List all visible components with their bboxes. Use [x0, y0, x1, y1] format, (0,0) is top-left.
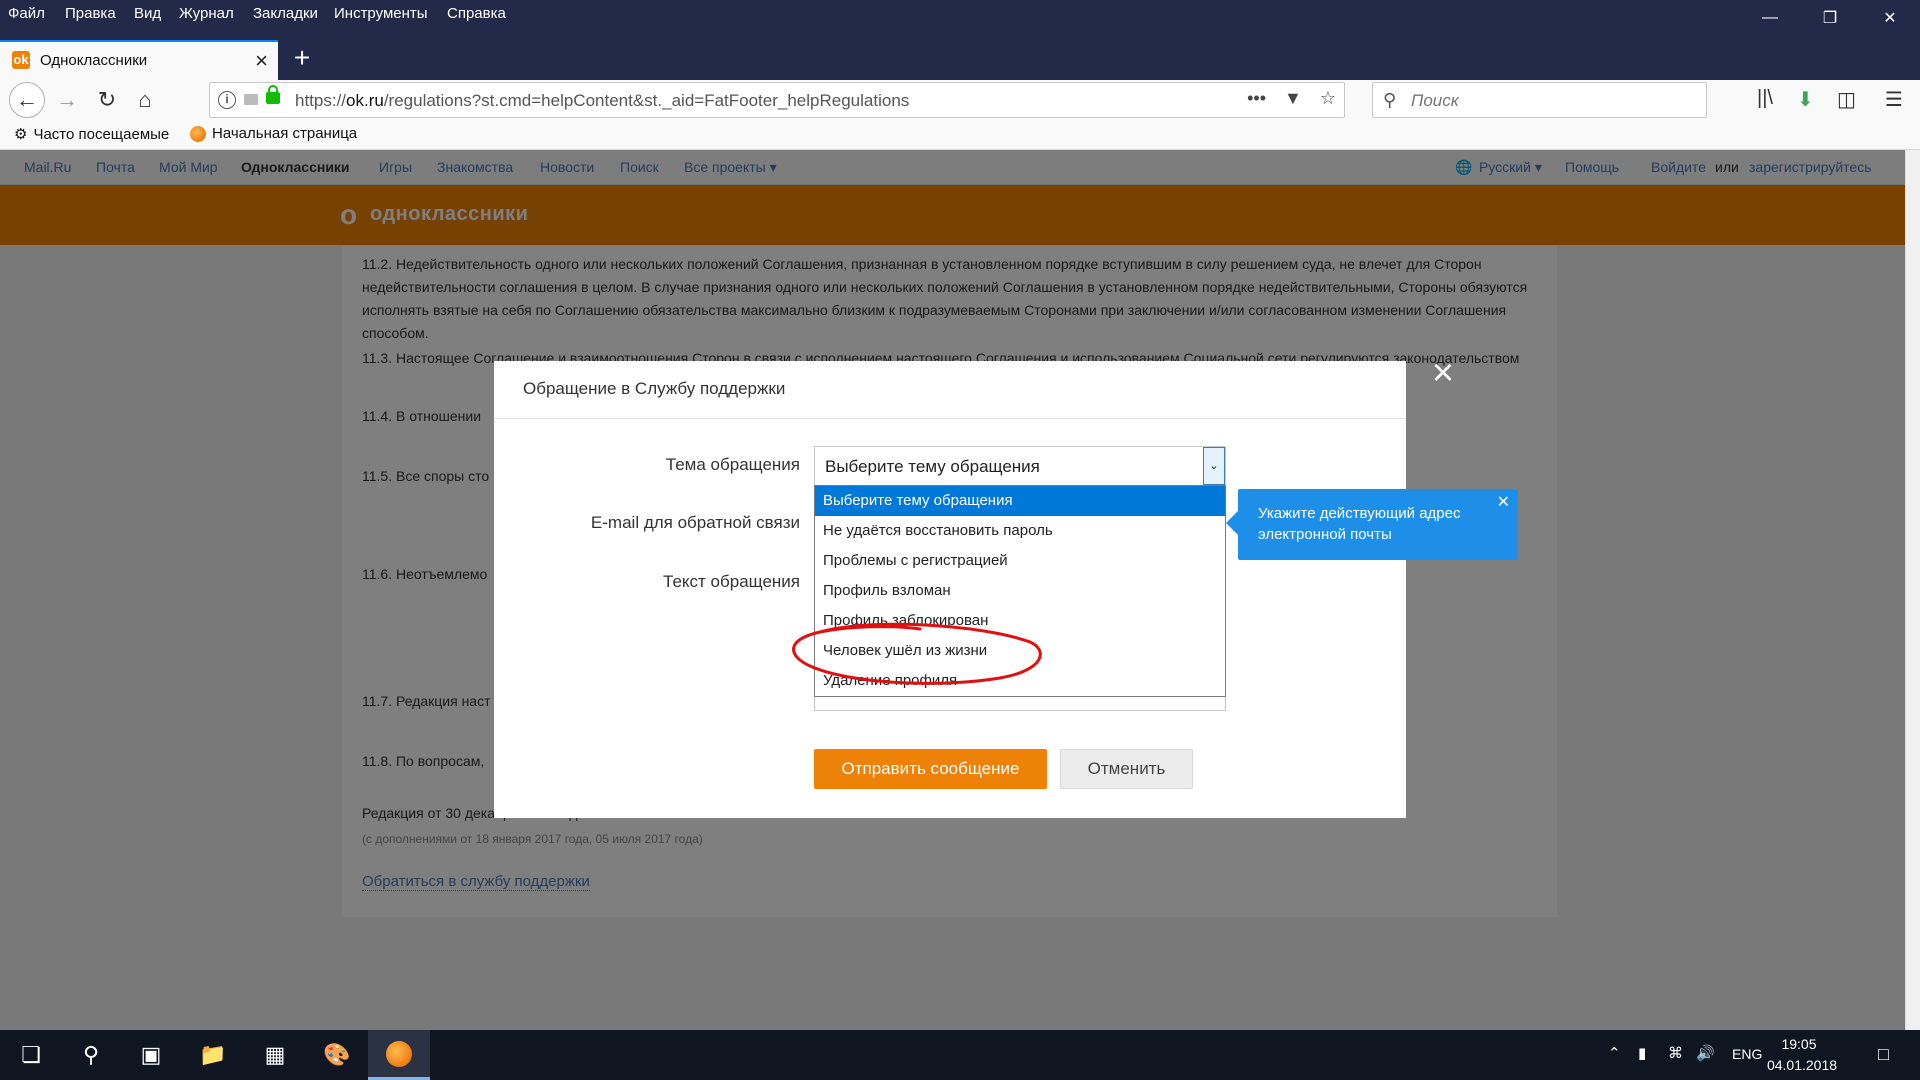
firefox-icon [190, 125, 206, 142]
file-explorer-icon[interactable]: 📁 [182, 1030, 244, 1080]
pocket-icon[interactable]: ▼ [1284, 88, 1302, 109]
bookmark-most-visited[interactable]: ⚙ Часто посещаемые [14, 125, 170, 144]
tooltip-text: Укажите действующий адрес электронной по… [1258, 505, 1461, 543]
bookmarks-bar: ⚙ Часто посещаемые Начальная страница [0, 120, 1920, 150]
text-label: Текст обращения [663, 572, 800, 591]
tab-close-icon[interactable]: × [255, 48, 268, 74]
search-bar[interactable]: ⚲ [1372, 82, 1707, 118]
topic-label: Тема обращения [665, 455, 800, 474]
email-label: E-mail для обратной связи [590, 513, 800, 532]
topic-option[interactable]: Проблемы с регистрацией [815, 546, 1225, 576]
site-info-icon[interactable]: i [218, 91, 236, 109]
menu-view[interactable]: Вид [134, 5, 161, 22]
sidebar-icon[interactable]: ◫ [1837, 87, 1856, 112]
bookmark-start-page[interactable]: Начальная страница [190, 125, 357, 142]
support-request-modal: Обращение в Службу поддержки Тема обраще… [494, 361, 1406, 818]
navigation-toolbar: ← → ↻ ⌂ i https://ok.ru/regulations?st.c… [0, 80, 1920, 120]
permissions-icon[interactable] [244, 94, 258, 105]
menu-edit[interactable]: Правка [65, 5, 116, 22]
tray-chevron-up-icon[interactable]: ⌃ [1608, 1044, 1621, 1062]
windows-start-icon[interactable]: ❏ [0, 1030, 62, 1080]
topic-dropdown: Выберите тему обращения Не удаётся восст… [814, 485, 1226, 697]
modal-header: Обращение в Службу поддержки [494, 361, 1406, 419]
tab-title: Одноклассники [40, 52, 148, 69]
download-icon[interactable]: ⬇ [1797, 87, 1814, 112]
message-textarea[interactable] [814, 697, 1226, 711]
topic-select[interactable]: Выберите тему обращения ⌄ [814, 446, 1226, 486]
url-text[interactable]: https://ok.ru/regulations?st.cmd=helpCon… [295, 91, 909, 111]
search-icon[interactable]: ⚲ [60, 1030, 122, 1080]
firefox-taskbar-icon[interactable] [368, 1030, 430, 1080]
ok-favicon-icon: ok [12, 51, 30, 69]
topic-option[interactable]: Выберите тему обращения [815, 486, 1225, 516]
topic-option[interactable]: Удаление профиля [815, 666, 1225, 696]
menu-tools[interactable]: Инструменты [334, 5, 428, 22]
bookmark-label: Часто посещаемые [33, 125, 170, 143]
email-hint-tooltip: Укажите действующий адрес электронной по… [1226, 489, 1518, 560]
clock-date[interactable]: 04.01.2018 [1757, 1057, 1847, 1073]
tab-odnoklassniki[interactable]: ok Одноклассники × [0, 40, 278, 80]
hamburger-menu-icon[interactable]: ☰ [1885, 87, 1903, 112]
menu-help[interactable]: Справка [447, 5, 506, 22]
wifi-icon[interactable]: ⌘ [1668, 1044, 1683, 1062]
cancel-button[interactable]: Отменить [1060, 749, 1193, 789]
bookmark-star-icon[interactable]: ☆ [1320, 88, 1336, 109]
notifications-icon[interactable]: □ [1878, 1044, 1889, 1065]
paint-icon[interactable]: 🎨 [306, 1030, 368, 1080]
bookmark-label: Начальная страница [212, 125, 358, 142]
menu-bar: Файл Правка Вид Журнал Закладки Инструме… [0, 0, 1920, 30]
tooltip-close-icon[interactable]: ✕ [1497, 492, 1510, 512]
page-scrollbar[interactable] [1905, 150, 1920, 1030]
menu-file[interactable]: Файл [8, 5, 45, 22]
gear-icon: ⚙ [14, 126, 28, 143]
menu-bookmarks[interactable]: Закладки [253, 5, 318, 22]
page-actions-icon[interactable]: ••• [1247, 88, 1266, 109]
battery-icon[interactable]: ▮ [1638, 1044, 1646, 1062]
menu-history[interactable]: Журнал [179, 5, 234, 22]
lock-icon[interactable] [266, 85, 280, 104]
system-tray: ⌃ ▮ ⌘ 🔊 ENG 19:05 04.01.2018 □ [1590, 1030, 1920, 1080]
send-message-button[interactable]: Отправить сообщение [814, 749, 1047, 789]
modal-title: Обращение в Службу поддержки [523, 379, 786, 398]
home-icon[interactable]: ⌂ [128, 83, 162, 117]
url-bar[interactable]: i https://ok.ru/regulations?st.cmd=helpC… [209, 82, 1345, 118]
calculator-icon[interactable]: ▦ [244, 1030, 306, 1080]
topic-option[interactable]: Профиль заблокирован [815, 606, 1225, 636]
close-modal-icon[interactable]: × [1418, 350, 1468, 400]
task-view-icon[interactable]: ▣ [120, 1030, 182, 1080]
topic-option[interactable]: Профиль взломан [815, 576, 1225, 606]
reload-icon[interactable]: ↻ [90, 83, 124, 117]
library-icon[interactable]: ||\ [1757, 87, 1773, 110]
search-icon: ⚲ [1383, 90, 1397, 110]
search-input[interactable] [1411, 91, 1691, 111]
topic-select-value: Выберите тему обращения [825, 457, 1040, 476]
volume-icon[interactable]: 🔊 [1696, 1044, 1715, 1062]
topic-option[interactable]: Не удаётся восстановить пароль [815, 516, 1225, 546]
new-tab-icon[interactable]: + [287, 42, 317, 74]
back-icon[interactable]: ← [9, 82, 45, 118]
forward-icon[interactable]: → [50, 83, 84, 117]
topic-option-deceased[interactable]: Человек ушёл из жизни [815, 636, 1225, 666]
chevron-down-icon[interactable]: ⌄ [1203, 447, 1225, 485]
windows-taskbar: ❏ ⚲ ▣ 📁 ▦ 🎨 ⌃ ▮ ⌘ 🔊 ENG 19:05 04.01.2018… [0, 1030, 1920, 1080]
url-actions: ••• ▼ ☆ [1247, 88, 1336, 109]
clock-time[interactable]: 19:05 [1759, 1036, 1839, 1052]
